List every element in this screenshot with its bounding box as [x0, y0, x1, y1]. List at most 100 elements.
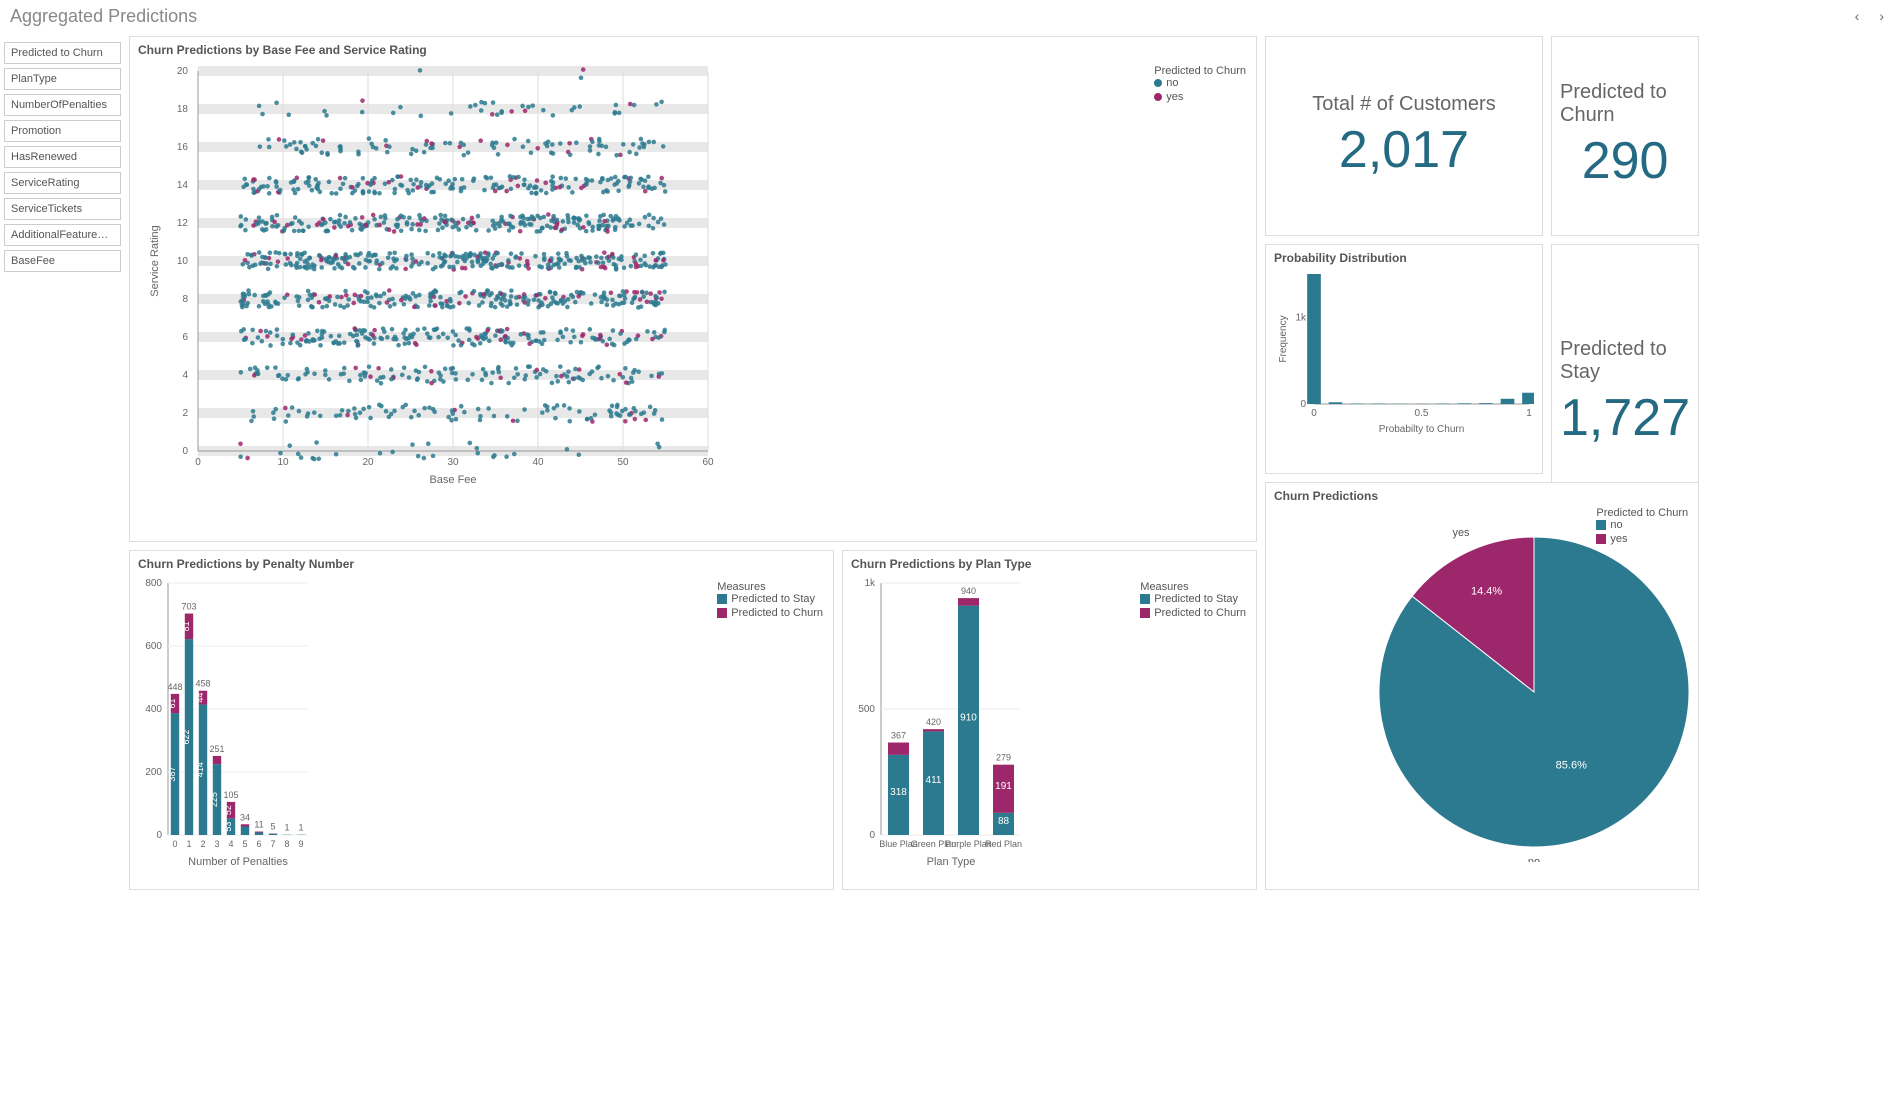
svg-text:0: 0	[1311, 408, 1317, 419]
plan-chart: 05001kPlan TypeBlue Plan367318Green Plan…	[851, 575, 1141, 875]
svg-text:0: 0	[172, 839, 177, 849]
kpi-churn-value: 290	[1582, 131, 1669, 191]
svg-text:6: 6	[182, 332, 188, 343]
svg-text:1k: 1k	[864, 578, 876, 589]
sidebar-item-basefee[interactable]: BaseFee	[4, 250, 121, 272]
svg-text:50: 50	[617, 457, 629, 468]
kpi-predicted-churn: Predicted to Churn 290	[1551, 36, 1699, 236]
svg-text:Plan Type: Plan Type	[927, 856, 976, 868]
svg-text:52: 52	[223, 805, 233, 815]
svg-text:400: 400	[145, 704, 162, 715]
svg-text:4: 4	[228, 839, 233, 849]
legend-item-stay: Predicted to Stay	[717, 593, 823, 605]
svg-text:40: 40	[532, 457, 544, 468]
sidebar-item-plantype[interactable]: PlanType	[4, 68, 121, 90]
sidebar-item-servicerating[interactable]: ServiceRating	[4, 172, 121, 194]
svg-text:14.4%: 14.4%	[1471, 585, 1502, 597]
probability-chart: 00.5101kProbabilty to ChurnFrequency	[1274, 269, 1534, 439]
svg-text:30: 30	[447, 457, 459, 468]
svg-text:105: 105	[223, 790, 238, 800]
square-icon	[717, 594, 727, 604]
sidebar-item-hasrenewed[interactable]: HasRenewed	[4, 146, 121, 168]
kpi-stay-value: 1,727	[1560, 388, 1690, 448]
svg-text:0: 0	[182, 446, 188, 457]
sidebar-item-servicetickets[interactable]: ServiceTickets	[4, 198, 121, 220]
penalty-panel: Churn Predictions by Penalty Number 0200…	[129, 550, 834, 890]
nav-arrows: ‹ ›	[1849, 4, 1890, 28]
kpi-total-customers: Total # of Customers 2,017	[1265, 36, 1543, 236]
pie-panel: Churn Predictions yes 14.4% 85.6% no Predic…	[1265, 482, 1699, 890]
pie-title: Churn Predictions	[1274, 489, 1690, 503]
legend-stay-label: Predicted to Stay	[731, 593, 815, 605]
probability-panel: Probability Distribution 00.5101kProbabi…	[1265, 244, 1543, 474]
kpi-churn-label: Predicted to Churn	[1560, 81, 1690, 127]
svg-text:14: 14	[177, 180, 189, 191]
prev-page-button[interactable]: ‹	[1849, 4, 1866, 28]
svg-text:88: 88	[998, 816, 1010, 827]
svg-text:0: 0	[869, 830, 875, 841]
plan-legend-title: Measures	[1140, 581, 1246, 593]
svg-text:2: 2	[200, 839, 205, 849]
svg-text:20: 20	[177, 66, 189, 77]
scatter-legend-title: Predicted to Churn	[1154, 65, 1246, 77]
legend-item-stay: Predicted to Stay	[1140, 593, 1246, 605]
pie-chart: yes 14.4% 85.6% no	[1274, 507, 1834, 862]
svg-text:9: 9	[298, 839, 303, 849]
svg-text:0.5: 0.5	[1415, 408, 1429, 419]
svg-text:387: 387	[167, 767, 177, 782]
svg-text:910: 910	[960, 712, 977, 723]
svg-text:81: 81	[181, 621, 191, 631]
svg-text:420: 420	[926, 717, 941, 727]
kpi-customers-label: Total # of Customers	[1312, 93, 1495, 116]
sidebar-item-numberofpenalties[interactable]: NumberOfPenalties	[4, 94, 121, 116]
legend-item-yes: yes	[1154, 91, 1246, 103]
sidebar-item-additionalfeaturesp[interactable]: AdditionalFeatureSp...	[4, 224, 121, 246]
svg-text:yes: yes	[1452, 527, 1470, 539]
svg-text:191: 191	[995, 781, 1012, 792]
svg-text:8: 8	[182, 294, 188, 305]
page-title: Aggregated Predictions	[10, 6, 197, 27]
svg-text:Number of Penalties: Number of Penalties	[188, 856, 288, 868]
svg-text:34: 34	[240, 812, 250, 822]
svg-text:5: 5	[242, 839, 247, 849]
penalty-legend-title: Measures	[717, 581, 823, 593]
svg-text:44: 44	[195, 693, 205, 703]
svg-text:53: 53	[223, 822, 233, 832]
page-header: Aggregated Predictions ‹ ›	[0, 0, 1900, 36]
plan-legend: Measures Predicted to Stay Predicted to …	[1140, 581, 1246, 621]
penalty-chart: 0200400600800Number of Penalties04483876…	[138, 575, 428, 875]
dashboard-body: Predicted to Churn PlanType NumberOfPena…	[0, 36, 1440, 898]
sidebar-item-predicted-to-churn[interactable]: Predicted to Churn	[4, 42, 121, 64]
svg-text:0: 0	[1300, 399, 1306, 410]
plan-panel: Churn Predictions by Plan Type 05001kPla…	[842, 550, 1257, 890]
legend-item-churn: Predicted to Churn	[717, 607, 823, 619]
sidebar: Predicted to Churn PlanType NumberOfPena…	[0, 36, 125, 898]
svg-text:0: 0	[156, 830, 162, 841]
svg-text:10: 10	[277, 457, 289, 468]
sidebar-item-promotion[interactable]: Promotion	[4, 120, 121, 142]
svg-text:1: 1	[284, 823, 289, 833]
legend-stay-label: Predicted to Stay	[1154, 593, 1238, 605]
svg-text:6: 6	[256, 839, 261, 849]
svg-text:60: 60	[702, 457, 714, 468]
scatter-legend: Predicted to Churn no yes	[1154, 65, 1246, 105]
square-icon	[1596, 520, 1606, 530]
svg-text:800: 800	[145, 578, 162, 589]
main-grid: Churn Predictions by Base Fee and Servic…	[125, 36, 1707, 898]
penalty-legend: Measures Predicted to Stay Predicted to …	[717, 581, 823, 621]
svg-text:411: 411	[926, 775, 942, 786]
svg-text:703: 703	[181, 602, 196, 612]
svg-text:Base Fee: Base Fee	[429, 474, 476, 486]
scatter-chart: 010203040506002468101214161820Base FeeSe…	[138, 61, 838, 501]
legend-item-no: no	[1596, 519, 1688, 531]
pie-legend: Predicted to Churn no yes	[1596, 507, 1688, 547]
plan-title: Churn Predictions by Plan Type	[851, 557, 1248, 571]
next-page-button[interactable]: ›	[1873, 4, 1890, 28]
svg-text:85.6%: 85.6%	[1556, 760, 1587, 772]
svg-text:16: 16	[177, 142, 189, 153]
svg-text:7: 7	[270, 839, 275, 849]
svg-text:318: 318	[890, 787, 907, 798]
legend-no-label: no	[1166, 77, 1178, 89]
svg-text:448: 448	[167, 682, 182, 692]
dot-icon	[1154, 93, 1162, 101]
